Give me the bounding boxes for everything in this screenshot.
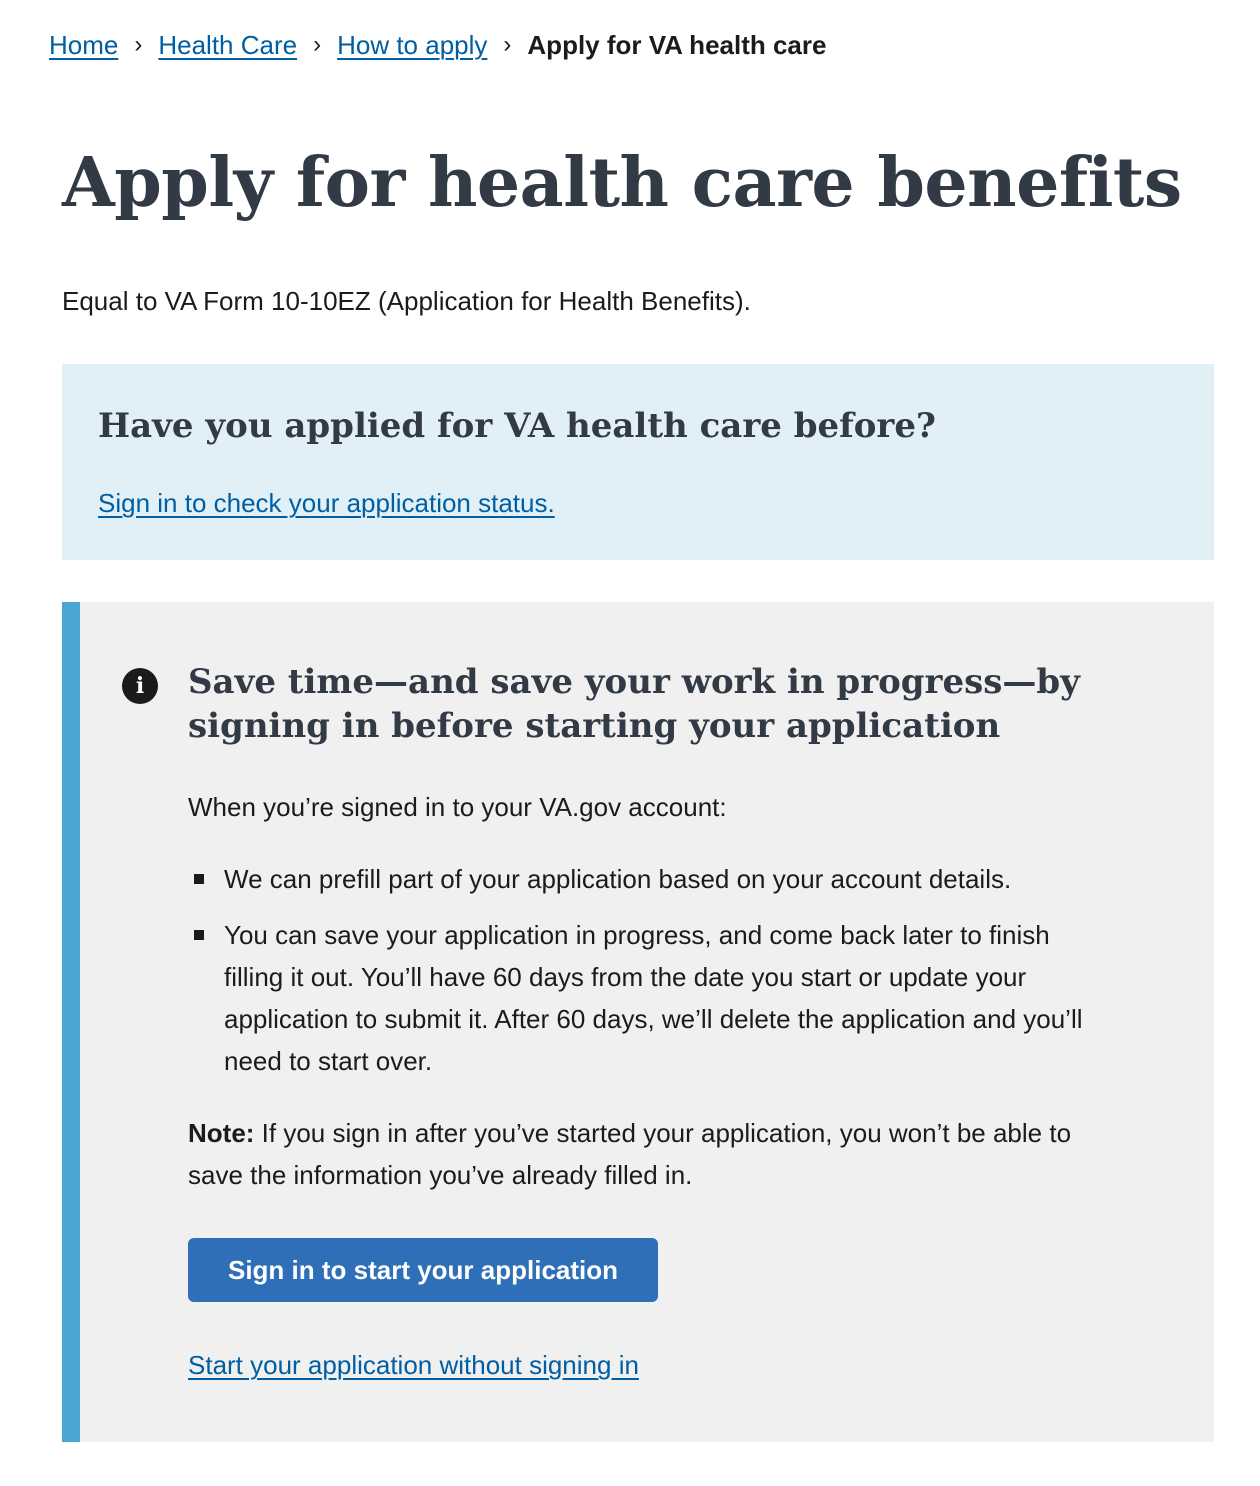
- breadcrumb-health-care-link[interactable]: Health Care: [158, 26, 297, 64]
- page: Home › Health Care › How to apply › Appl…: [0, 0, 1260, 1486]
- page-title: Apply for health care benefits: [62, 143, 1182, 223]
- breadcrumb-separator: ›: [313, 31, 322, 58]
- note-text: If you sign in after you’ve started your…: [188, 1118, 1072, 1190]
- alert-heading: Save time—and save your work in progress…: [188, 662, 1080, 746]
- breadcrumb-how-to-apply-link[interactable]: How to apply: [337, 26, 487, 64]
- list-item: You can save your application in progres…: [188, 914, 1088, 1082]
- benefits-list: We can prefill part of your application …: [188, 858, 1088, 1096]
- info-icon: i: [122, 668, 158, 704]
- breadcrumb-home-link[interactable]: Home: [49, 26, 118, 64]
- breadcrumb-current: Apply for VA health care: [527, 30, 827, 60]
- list-item-text: You can save your application in progres…: [224, 920, 1083, 1076]
- applied-before-box: Have you applied for VA health care befo…: [62, 364, 1214, 560]
- breadcrumb-separator: ›: [503, 31, 512, 58]
- breadcrumb-separator: ›: [134, 31, 143, 58]
- sign-in-button[interactable]: Sign in to start your application: [188, 1238, 658, 1302]
- page-subtitle: Equal to VA Form 10-10EZ (Application fo…: [62, 286, 751, 316]
- list-item: We can prefill part of your application …: [188, 858, 1088, 900]
- square-bullet-icon: [194, 874, 204, 884]
- breadcrumb: Home › Health Care › How to apply › Appl…: [49, 26, 826, 64]
- applied-before-heading: Have you applied for VA health care befo…: [98, 406, 936, 446]
- start-without-sign-in-link[interactable]: Start your application without signing i…: [188, 1346, 639, 1384]
- note-label: Note:: [188, 1118, 255, 1148]
- square-bullet-icon: [194, 930, 204, 940]
- check-status-link[interactable]: Sign in to check your application status…: [98, 484, 555, 522]
- alert-intro: When you’re signed in to your VA.gov acc…: [188, 792, 727, 822]
- sign-in-alert: i Save time—and save your work in progre…: [62, 602, 1214, 1442]
- alert-note: Note: If you sign in after you’ve starte…: [188, 1112, 1108, 1196]
- list-item-text: We can prefill part of your application …: [224, 864, 1012, 894]
